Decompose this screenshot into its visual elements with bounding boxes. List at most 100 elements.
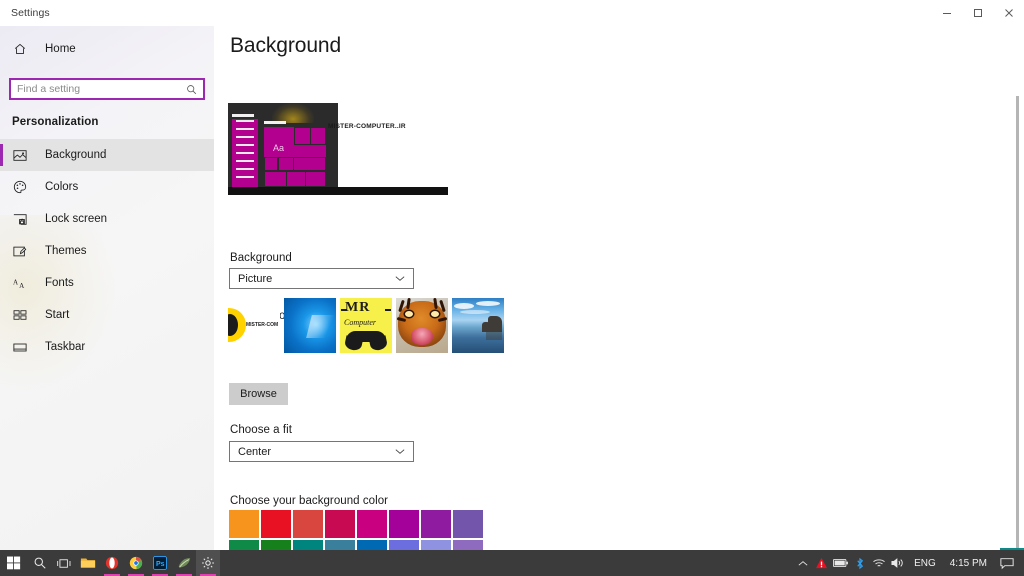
sidebar-item-start[interactable]: Start: [0, 299, 214, 331]
sidebar-label: Lock screen: [45, 213, 108, 225]
color-swatch[interactable]: [389, 540, 419, 550]
picture-icon: [12, 149, 28, 162]
preview-menu-bars: [236, 120, 254, 184]
taskbar-icon: [12, 342, 28, 353]
language-indicator[interactable]: ENG: [907, 558, 943, 569]
thumbnail-mister-computer-logo[interactable]: MISTER-COM: [228, 298, 280, 353]
themes-icon: [12, 245, 28, 258]
search-input[interactable]: [11, 80, 186, 98]
preview-window-bar-right: [264, 121, 286, 124]
thumbnail-logo-text: MISTER-COM: [246, 322, 279, 328]
fit-value: Center: [238, 445, 272, 458]
chevron-down-icon: [395, 448, 405, 455]
sidebar-item-taskbar[interactable]: Taskbar: [0, 331, 214, 363]
preview-tiles: Aa: [264, 127, 326, 187]
sidebar-section-title: Personalization: [12, 116, 99, 128]
sidebar-item-colors[interactable]: Colors: [0, 171, 214, 203]
maximize-button[interactable]: [962, 0, 993, 26]
fit-select[interactable]: Center: [229, 441, 414, 462]
browse-button[interactable]: Browse: [229, 383, 288, 405]
task-view-icon[interactable]: [52, 550, 76, 576]
color-swatch[interactable]: [229, 540, 259, 550]
sidebar-item-lock-screen[interactable]: Lock screen: [0, 203, 214, 235]
sidebar-label: Taskbar: [45, 341, 86, 353]
preview-watermark: MISTER-COMPUTER..IR: [328, 123, 406, 130]
background-color-grid: [229, 510, 483, 550]
volume-icon[interactable]: [888, 557, 907, 569]
color-swatch[interactable]: [453, 540, 483, 550]
page-title: Background: [230, 34, 342, 57]
warning-icon[interactable]: [812, 557, 831, 569]
settings-gear-icon[interactable]: [196, 550, 220, 576]
sidebar-item-home[interactable]: Home: [0, 34, 214, 64]
sidebar-label: Fonts: [45, 277, 74, 289]
close-button[interactable]: [993, 0, 1024, 26]
chevron-down-icon: [395, 275, 405, 282]
system-tray: ENG 4:15 PM: [793, 550, 1024, 576]
scrollbar-track[interactable]: [1016, 56, 1022, 550]
app-icon[interactable]: [172, 550, 196, 576]
window-controls: [931, 0, 1024, 26]
sidebar-item-themes[interactable]: Themes: [0, 235, 214, 267]
color-swatch[interactable]: [453, 510, 483, 538]
palette-icon: [12, 180, 28, 194]
sidebar-home-label: Home: [45, 43, 76, 55]
taskbar-search-icon[interactable]: [28, 550, 52, 576]
opera-browser-icon[interactable]: [100, 550, 124, 576]
main-content: Background Aa MISTER-COMPUTER..IR Backgr…: [214, 26, 1024, 550]
color-swatch[interactable]: [229, 510, 259, 538]
color-swatch[interactable]: [389, 510, 419, 538]
preview-screen: Aa: [228, 103, 338, 187]
sidebar-item-fonts[interactable]: A A Fonts: [0, 267, 214, 299]
thumbnail-mr-computer-yellow[interactable]: MR Computer: [340, 298, 392, 353]
photoshop-icon[interactable]: Ps: [148, 550, 172, 576]
color-swatch[interactable]: [325, 540, 355, 550]
choose-fit-label: Choose a fit: [230, 424, 292, 436]
start-icon: [12, 309, 28, 321]
thumbnail-beach-rocks[interactable]: [452, 298, 504, 353]
svg-text:A: A: [19, 281, 25, 289]
battery-icon[interactable]: [831, 558, 850, 568]
show-hidden-icons-chevron[interactable]: [793, 560, 812, 567]
color-swatch[interactable]: [261, 510, 291, 538]
picture-thumbnail-list: MISTER-COM MR Computer: [228, 298, 504, 353]
preview-wallpaper-glow: [272, 103, 314, 123]
fonts-icon: A A: [12, 277, 28, 290]
thumbnail-mr-text: MR: [345, 300, 371, 315]
windows-start-icon[interactable]: [0, 550, 28, 576]
scrollbar-thumb[interactable]: [1016, 96, 1019, 550]
accent-line: [1000, 548, 1024, 550]
taskbar: Ps ENG 4:15 PM: [0, 548, 1024, 576]
choose-color-label: Choose your background color: [230, 495, 389, 507]
color-swatch[interactable]: [261, 540, 291, 550]
color-swatch[interactable]: [357, 540, 387, 550]
sidebar: Home Personalization Background: [0, 26, 214, 550]
window-title: Settings: [11, 7, 50, 19]
search-icon: [186, 84, 203, 95]
color-swatch[interactable]: [325, 510, 355, 538]
color-swatch[interactable]: [421, 510, 451, 538]
thumbnail-windows-hero-blue[interactable]: [284, 298, 336, 353]
wifi-icon[interactable]: [869, 557, 888, 569]
color-swatch[interactable]: [293, 510, 323, 538]
action-center-icon[interactable]: [994, 557, 1020, 570]
thumbnail-tiger-face[interactable]: [396, 298, 448, 353]
color-swatch[interactable]: [421, 540, 451, 550]
lock-screen-icon: [12, 213, 28, 226]
sidebar-nav-list: Background Colors Lock screen Themes A A…: [0, 139, 214, 363]
file-explorer-icon[interactable]: [76, 550, 100, 576]
background-preview: Aa MISTER-COMPUTER..IR: [228, 103, 453, 195]
chrome-browser-icon[interactable]: [124, 550, 148, 576]
clock[interactable]: 4:15 PM: [943, 558, 994, 569]
search-box[interactable]: [9, 78, 205, 100]
sidebar-item-background[interactable]: Background: [0, 139, 214, 171]
color-swatch[interactable]: [357, 510, 387, 538]
thumbnail-computer-text: Computer: [344, 318, 376, 327]
svg-text:A: A: [13, 278, 19, 286]
color-swatch[interactable]: [293, 540, 323, 550]
background-type-select[interactable]: Picture: [229, 268, 414, 289]
minimize-button[interactable]: [931, 0, 962, 26]
browse-button-label: Browse: [240, 388, 277, 400]
bluetooth-icon[interactable]: [850, 557, 869, 570]
mustache-icon: [343, 331, 389, 352]
